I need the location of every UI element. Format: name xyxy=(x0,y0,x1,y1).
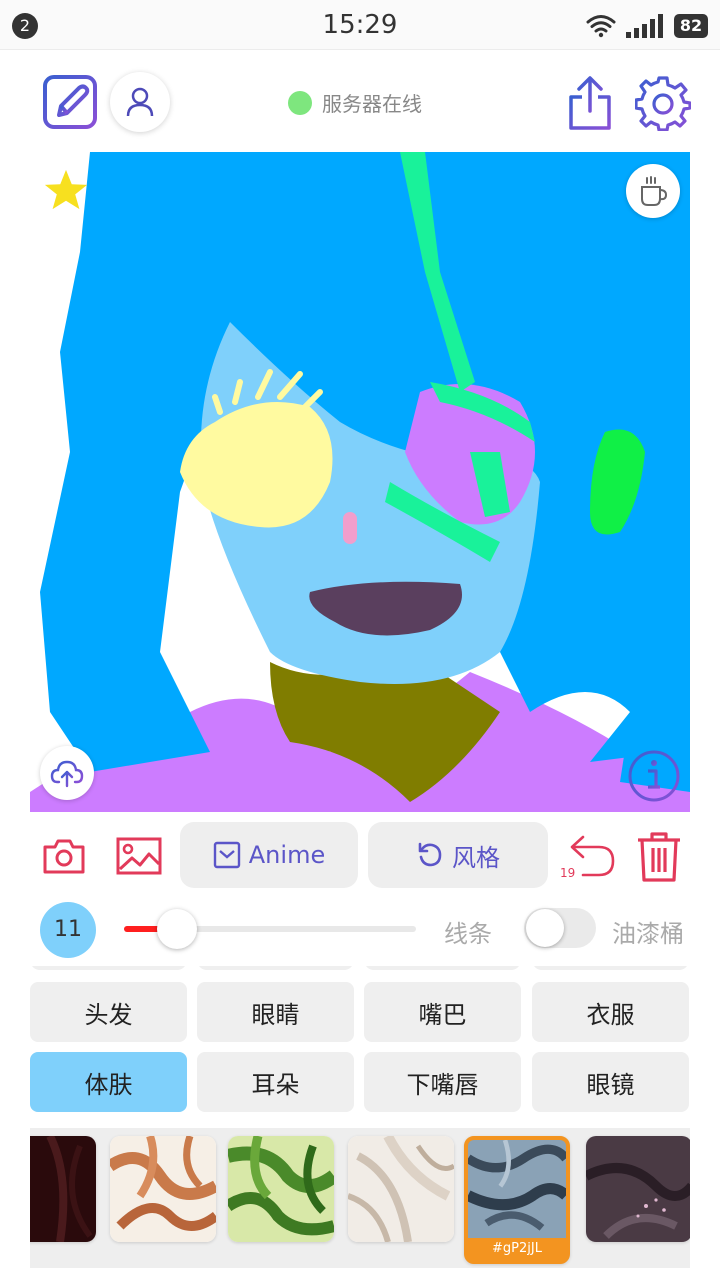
texture-cream-feathers[interactable] xyxy=(348,1136,454,1242)
sketch-edit-button[interactable] xyxy=(40,72,100,132)
sketch-edit-icon xyxy=(43,75,97,129)
tag-chip-eyes[interactable]: 眼睛 xyxy=(197,982,354,1042)
account-button[interactable] xyxy=(110,72,170,132)
tag-chip-clothes[interactable]: 衣服 xyxy=(532,982,689,1042)
status-bar: 2 15:29 82 xyxy=(0,0,720,50)
tag-chip-mouth[interactable]: 嘴巴 xyxy=(364,982,521,1042)
gallery-button[interactable] xyxy=(114,834,164,878)
user-icon xyxy=(126,87,154,117)
region-tag-grid: 头发 眼睛 嘴巴 衣服 体肤 耳朵 下嘴唇 眼镜 xyxy=(30,966,690,1116)
brush-size-badge: 11 xyxy=(40,902,96,958)
anime-mode-button[interactable]: Anime xyxy=(180,822,358,888)
top-toolbar: 服务器在线 xyxy=(0,50,720,152)
style-button[interactable]: 风格 xyxy=(368,822,548,888)
app-screen: 2 15:29 82 服务器在线 Anime 风格 19 11 线条 油漆桶 头… xyxy=(0,0,720,1280)
signal-icon xyxy=(626,14,663,38)
star-icon xyxy=(44,169,88,210)
tag-chip-partial xyxy=(532,966,689,970)
texture-copper-veins[interactable] xyxy=(110,1136,216,1242)
share-button[interactable] xyxy=(562,74,618,132)
settings-icon xyxy=(635,76,691,131)
action-row: Anime 风格 19 xyxy=(0,820,720,892)
camera-button[interactable] xyxy=(40,834,88,878)
bucket-mode-label: 油漆桶 xyxy=(612,920,684,948)
style-label: 风格 xyxy=(452,843,500,872)
brush-controls: 11 线条 油漆桶 xyxy=(0,900,720,960)
coffee-icon xyxy=(641,176,668,206)
texture-code-label: #gP2jJL xyxy=(468,1238,566,1260)
trash-icon xyxy=(638,832,680,882)
texture-dark-purple-bokeh[interactable] xyxy=(586,1136,690,1242)
tag-chip-ears[interactable]: 耳朵 xyxy=(197,1052,354,1112)
tag-chip-glasses[interactable]: 眼镜 xyxy=(532,1052,689,1112)
server-status: 服务器在线 xyxy=(288,88,422,117)
texture-blue-grey-scales[interactable]: #gP2jJL xyxy=(464,1136,570,1264)
server-status-dot xyxy=(288,90,312,115)
texture-green-leaves[interactable] xyxy=(228,1136,334,1242)
bucket-toggle-knob xyxy=(526,909,564,947)
settings-button[interactable] xyxy=(634,74,692,132)
image-icon xyxy=(116,837,162,875)
upload-button[interactable] xyxy=(40,746,94,800)
favorite-button[interactable] xyxy=(42,166,90,214)
coffee-button[interactable] xyxy=(626,164,680,218)
cloud-upload-icon xyxy=(50,760,84,788)
tag-chip-partial xyxy=(364,966,521,970)
camera-icon xyxy=(43,839,85,874)
anime-box-icon xyxy=(213,841,240,869)
drawing-canvas[interactable] xyxy=(30,152,690,812)
server-status-text: 服务器在线 xyxy=(322,92,422,116)
line-mode-label: 线条 xyxy=(444,920,492,948)
wifi-icon xyxy=(586,15,616,38)
brush-size-thumb[interactable] xyxy=(156,909,197,949)
tag-chip-hair[interactable]: 头发 xyxy=(30,982,187,1042)
undo-count: 19 xyxy=(560,866,576,880)
texture-dark-red[interactable] xyxy=(30,1136,96,1242)
share-icon xyxy=(569,76,611,130)
delete-button[interactable] xyxy=(632,828,686,886)
tag-chip-skin[interactable]: 体肤 xyxy=(30,1052,187,1112)
status-icons: 82 xyxy=(586,12,708,40)
bucket-toggle[interactable] xyxy=(524,908,596,948)
tag-chip-partial xyxy=(30,966,187,970)
sketch-artwork xyxy=(30,152,690,812)
tag-chip-lower-lip[interactable]: 下嘴唇 xyxy=(364,1052,521,1112)
battery-icon: 82 xyxy=(674,14,708,38)
texture-strip: #gP2jJL xyxy=(30,1128,690,1268)
refresh-icon xyxy=(418,842,442,867)
anime-mode-label: Anime xyxy=(248,841,326,869)
info-icon xyxy=(628,750,680,802)
info-button[interactable] xyxy=(626,748,682,804)
tag-chip-partial xyxy=(197,966,354,970)
